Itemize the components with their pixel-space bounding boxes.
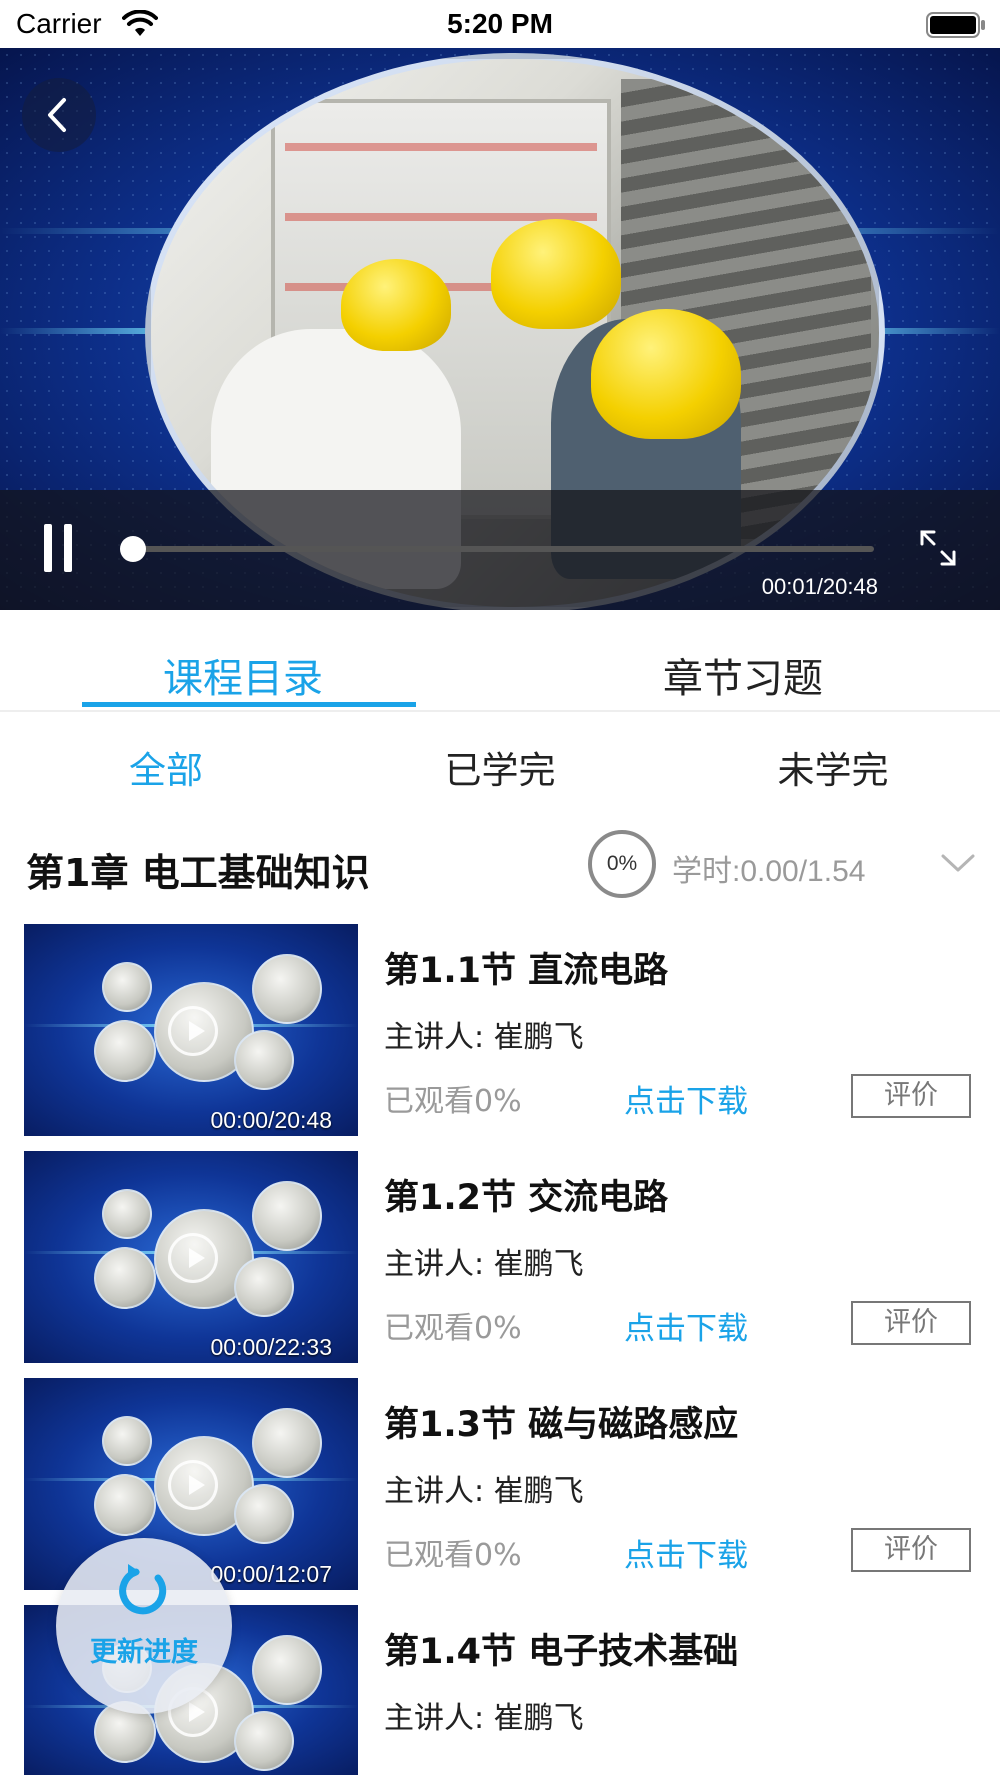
lesson-item[interactable]: 00:00/20:48 第1.1节 直流电路 主讲人: 崔鹏飞 已观看0% 点击… [0, 924, 1000, 1150]
progress-bar[interactable] [119, 536, 874, 562]
lesson-title: 第1.3节 磁与磁路感应 [384, 1405, 739, 1445]
play-icon [168, 1006, 218, 1056]
playback-time: 00:01/20:48 [761, 574, 878, 599]
video-player[interactable]: 00:01/20:48 [0, 48, 1000, 610]
tab-chapter-exercises[interactable]: 章节习题 [663, 646, 823, 704]
play-icon [168, 1460, 218, 1510]
rate-button[interactable]: 评价 [851, 1301, 971, 1345]
progress-knob[interactable] [119, 536, 146, 562]
helmet [341, 259, 451, 351]
chapter-header[interactable]: 第1章 电工基础知识 0% 学时:0.00/1.54 [0, 812, 1000, 922]
lesson-duration: 00:00/20:48 [210, 1107, 332, 1133]
lesson-title: 第1.2节 交流电路 [384, 1178, 669, 1218]
filter-bar: 全部 已学完 未学完 [0, 712, 1000, 812]
lesson-duration: 00:00/22:33 [210, 1334, 332, 1360]
status-bar: Carrier 5:20 PM [0, 0, 1000, 48]
refresh-icon [119, 1564, 167, 1615]
lesson-item[interactable]: 00:00/22:33 第1.2节 交流电路 主讲人: 崔鹏飞 已观看0% 点击… [0, 1151, 1000, 1377]
chevron-down-icon[interactable] [940, 852, 976, 874]
tab-course-catalog[interactable]: 课程目录 [163, 646, 323, 704]
lesson-lecturer: 主讲人: 崔鹏飞 [384, 1701, 584, 1736]
rate-button[interactable]: 评价 [851, 1074, 971, 1118]
active-tab-indicator [82, 702, 416, 707]
download-link[interactable]: 点击下载 [624, 1530, 748, 1575]
lesson-lecturer: 主讲人: 崔鹏飞 [384, 1474, 584, 1509]
helmet [491, 219, 621, 329]
lesson-title: 第1.1节 直流电路 [384, 951, 669, 991]
download-link[interactable]: 点击下载 [624, 1303, 748, 1348]
helmet [591, 309, 741, 439]
lesson-duration: 00:00/12:07 [210, 1561, 332, 1587]
pause-icon [44, 524, 52, 572]
download-link[interactable]: 点击下载 [624, 1076, 748, 1121]
player-controls: 00:01/20:48 [0, 490, 1000, 610]
fullscreen-icon[interactable] [918, 528, 958, 568]
update-progress-button[interactable]: 更新进度 [56, 1538, 232, 1714]
update-progress-label: 更新进度 [90, 1637, 198, 1668]
lesson-thumbnail[interactable]: 00:00/20:48 [24, 924, 358, 1136]
lesson-lecturer: 主讲人: 崔鹏飞 [384, 1020, 584, 1055]
filter-completed[interactable]: 已学完 [350, 740, 650, 794]
lesson-thumbnail[interactable]: 00:00/22:33 [24, 1151, 358, 1363]
lesson-watched: 已观看0% [384, 1538, 522, 1573]
tab-bar: 课程目录 章节习题 [0, 610, 1000, 712]
filter-not-completed[interactable]: 未学完 [683, 740, 983, 794]
filter-all[interactable]: 全部 [16, 740, 316, 794]
lesson-watched: 已观看0% [384, 1084, 522, 1119]
battery-icon [926, 12, 985, 38]
back-button[interactable] [22, 78, 96, 152]
lesson-title: 第1.4节 电子技术基础 [384, 1632, 739, 1672]
lesson-watched: 已观看0% [384, 1311, 522, 1346]
study-hours: 学时:0.00/1.54 [672, 855, 866, 888]
clock: 5:20 PM [447, 8, 553, 39]
pause-button[interactable] [40, 524, 80, 574]
play-icon [168, 1233, 218, 1283]
chapter-title: 第1章 电工基础知识 [26, 851, 370, 895]
lesson-lecturer: 主讲人: 崔鹏飞 [384, 1247, 584, 1282]
chapter-progress-ring: 0% [588, 830, 656, 898]
back-icon [48, 98, 66, 132]
rate-button[interactable]: 评价 [851, 1528, 971, 1572]
